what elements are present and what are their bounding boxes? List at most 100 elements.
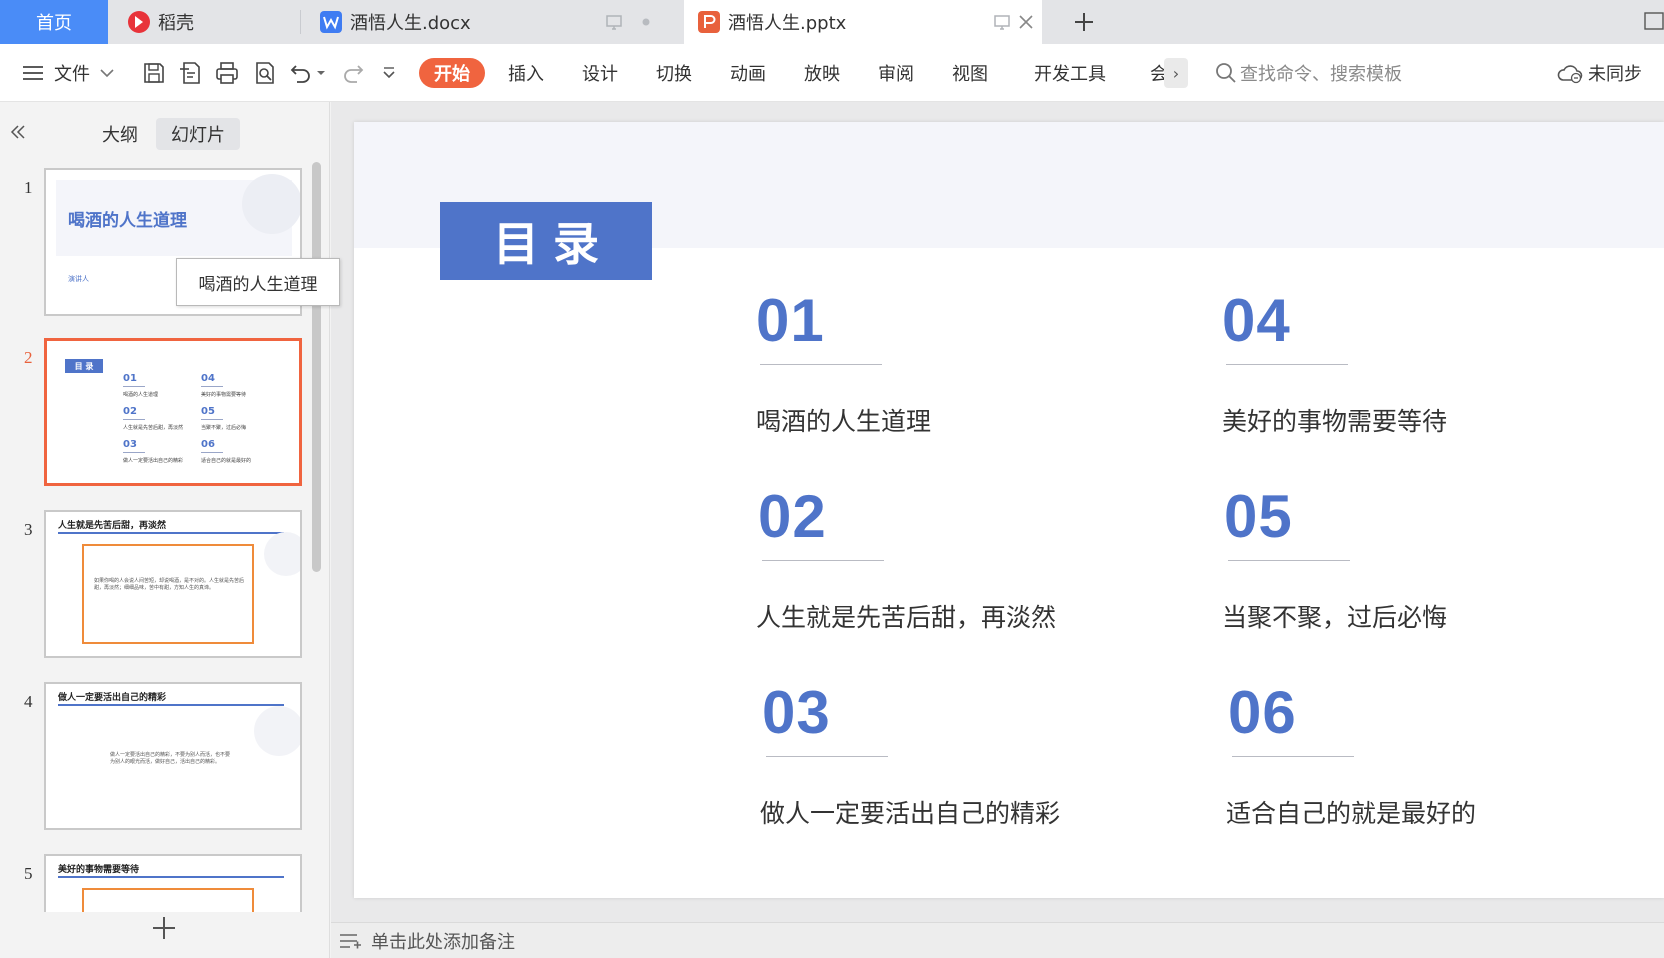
slide-title[interactable]: 目录 <box>440 202 652 280</box>
tab-slides[interactable]: 幻灯片 <box>156 118 240 150</box>
export-pdf-icon[interactable] <box>178 60 204 86</box>
thumbnail-tooltip: 喝酒的人生道理 <box>176 258 340 306</box>
add-slide-icon[interactable] <box>150 914 178 942</box>
thumb-presenter: 演讲人 <box>68 275 89 283</box>
thumb-item-num: 05 <box>201 406 215 417</box>
slide-thumbnail-2[interactable]: 目 录 01 喝酒的人生道理 02 人生就是先苦后甜，再淡然 03 做人一定要活… <box>44 338 302 486</box>
monitor-icon[interactable] <box>992 12 1012 32</box>
tab-animation-label: 动画 <box>730 64 766 85</box>
add-tab-icon[interactable] <box>1070 8 1098 36</box>
notes-bar[interactable]: 单击此处添加备注 <box>331 922 1664 958</box>
ribbon-more-button[interactable]: › <box>1164 58 1188 88</box>
sync-status[interactable]: 未同步 <box>1588 44 1642 102</box>
tab-review[interactable]: 审阅 <box>878 44 914 102</box>
tab-start[interactable]: 开始 <box>419 58 485 88</box>
customize-icon[interactable] <box>380 64 398 82</box>
print-preview-icon[interactable] <box>252 60 278 86</box>
command-search-input[interactable]: 查找命令、搜索模板 <box>1240 44 1402 102</box>
toc-label[interactable]: 当聚不聚，过后必悔 <box>1222 598 1447 634</box>
thumb-title: 美好的事物需要等待 <box>58 865 140 875</box>
tab-docx[interactable]: 酒悟人生.docx <box>306 0 676 44</box>
thumb-frame <box>82 888 254 912</box>
slides-panel: 大纲 幻灯片 1 喝酒的人生道理 演讲人 2 目 录 01 喝酒的人生道理 02… <box>0 102 330 958</box>
slide-thumbnail-5[interactable]: 美好的事物需要等待 <box>44 854 302 912</box>
tab-design[interactable]: 设计 <box>582 44 618 102</box>
tab-slideshow-label: 放映 <box>804 64 840 85</box>
tab-review-label: 审阅 <box>878 64 914 85</box>
toc-divider <box>1226 364 1348 365</box>
tab-daoke[interactable]: 稻壳 <box>112 0 292 44</box>
thumb-deco <box>264 532 300 576</box>
print-icon[interactable] <box>214 60 240 86</box>
toc-label[interactable]: 喝酒的人生道理 <box>756 402 931 438</box>
tab-outline[interactable]: 大纲 <box>94 118 146 150</box>
cloud-icon[interactable] <box>1556 61 1584 85</box>
tab-home-label: 首页 <box>36 13 72 34</box>
window-restore-icon[interactable] <box>1642 10 1664 32</box>
hamburger-icon[interactable] <box>20 60 46 86</box>
slide-thumbnail-3[interactable]: 人生就是先苦后甜，再淡然 如果你喝的人会说人间苦短，却说喝酒，是不对的。人生就是… <box>44 510 302 658</box>
notes-placeholder: 单击此处添加备注 <box>371 931 515 953</box>
redo-icon[interactable] <box>340 60 366 86</box>
tab-home[interactable]: 首页 <box>0 0 108 44</box>
tab-slideshow[interactable]: 放映 <box>804 44 840 102</box>
undo-icon[interactable] <box>288 60 314 86</box>
thumb-item-num: 02 <box>123 406 137 417</box>
thumb-title: 目 录 <box>65 359 103 373</box>
monitor-icon[interactable] <box>604 12 624 32</box>
toc-divider <box>1228 560 1350 561</box>
save-icon[interactable] <box>141 60 167 86</box>
current-slide[interactable]: 目录 01 喝酒的人生道理 02 人生就是先苦后甜，再淡然 03 做人一定要活出… <box>354 122 1664 898</box>
slide-number: 1 <box>24 178 33 197</box>
tab-design-label: 设计 <box>582 64 618 85</box>
tab-developer-tools-label: 开发工具 <box>1034 64 1106 85</box>
undo-dropdown-icon[interactable] <box>316 68 326 78</box>
search-icon[interactable] <box>1214 61 1238 85</box>
tab-view-label: 视图 <box>952 64 988 85</box>
collapse-icon[interactable] <box>6 120 30 144</box>
thumb-rule <box>58 532 284 534</box>
close-icon[interactable] <box>1016 12 1036 32</box>
thumb-item-label: 美好的事物需要等待 <box>201 392 247 398</box>
thumb-body: 做人一定要活出自己的精彩，不要为别人而活，也不要为别人的眼光而活，做好自己，活出… <box>110 752 231 765</box>
tab-outline-label: 大纲 <box>102 125 138 146</box>
thumb-body: 如果你喝的人会说人间苦短，却说喝酒，是不对的。人生就是先苦后甜，再淡然；细细品味… <box>94 578 245 591</box>
file-menu[interactable]: 文件 <box>54 44 90 102</box>
toc-number[interactable]: 02 <box>758 482 827 551</box>
tab-insert-label: 插入 <box>508 64 544 85</box>
tab-insert[interactable]: 插入 <box>508 44 544 102</box>
tab-developer-tools[interactable]: 开发工具 <box>1034 44 1106 102</box>
toc-number[interactable]: 03 <box>762 678 831 747</box>
tab-view[interactable]: 视图 <box>952 44 988 102</box>
panel-scrollbar[interactable] <box>312 162 321 572</box>
toc-label[interactable]: 做人一定要活出自己的精彩 <box>760 794 1060 830</box>
slide-thumbnail-4[interactable]: 做人一定要活出自己的精彩 做人一定要活出自己的精彩，不要为别人而活，也不要为别人… <box>44 682 302 830</box>
toc-number[interactable]: 04 <box>1222 286 1291 355</box>
tab-transition[interactable]: 切换 <box>656 44 692 102</box>
tab-separator <box>300 10 301 34</box>
thumb-item-line <box>201 452 223 453</box>
thumb-title: 喝酒的人生道理 <box>68 211 187 231</box>
toc-label[interactable]: 适合自己的就是最好的 <box>1226 794 1476 830</box>
thumb-title: 人生就是先苦后甜，再淡然 <box>58 521 167 531</box>
toc-label[interactable]: 美好的事物需要等待 <box>1222 402 1447 438</box>
tab-slides-label: 幻灯片 <box>171 125 225 146</box>
thumb-item-num: 04 <box>201 373 215 384</box>
thumb-item-line <box>123 419 145 420</box>
thumb-item-label: 适合自己的就是最好的 <box>201 458 252 464</box>
ribbon-toolbar: 文件 开始 插入 设计 切换 动画 放映 审阅 视图 开发工具 会 › 查找命令… <box>0 44 1664 102</box>
notes-icon <box>340 933 361 948</box>
tab-pptx[interactable]: 酒悟人生.pptx <box>684 0 1042 44</box>
thumb-item-label: 做人一定要活出自己的精彩 <box>123 458 184 464</box>
toc-number[interactable]: 05 <box>1224 482 1293 551</box>
file-menu-label: 文件 <box>54 64 90 85</box>
tab-animation[interactable]: 动画 <box>730 44 766 102</box>
tab-bar: 首页 稻壳 酒悟人生.docx 酒悟人生.pptx <box>0 0 1664 44</box>
chevron-down-icon[interactable] <box>98 64 116 82</box>
daoke-logo-icon <box>128 11 150 33</box>
thumb-title: 做人一定要活出自己的精彩 <box>58 693 167 703</box>
toc-number[interactable]: 06 <box>1228 678 1297 747</box>
thumb-item-line <box>201 419 223 420</box>
toc-label[interactable]: 人生就是先苦后甜，再淡然 <box>756 598 1056 634</box>
toc-number[interactable]: 01 <box>756 286 825 355</box>
